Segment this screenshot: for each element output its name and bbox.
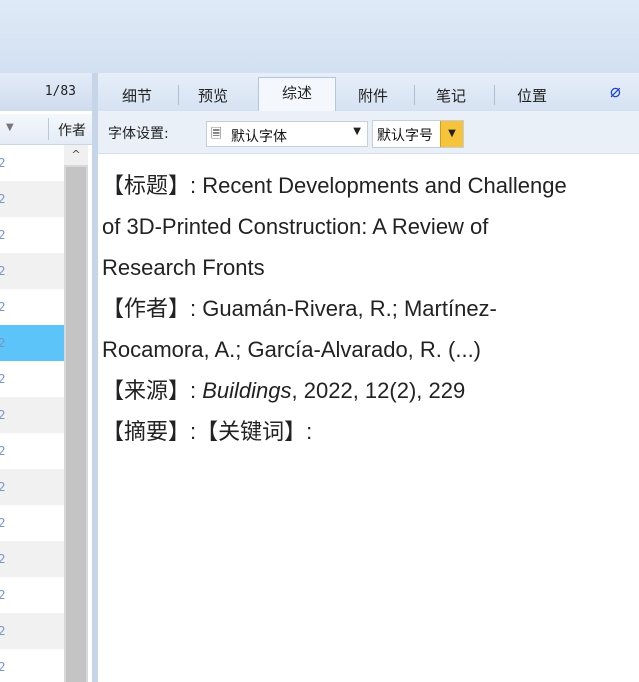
list-item[interactable]: 2	[0, 145, 64, 181]
font-size-value: 默认字号	[377, 128, 433, 144]
font-settings-label: 字体设置:	[108, 126, 169, 142]
scrollbar-thumb[interactable]	[66, 167, 86, 682]
title-text: Recent Developments and Challenge	[202, 173, 567, 198]
abstract-label: 【摘要】:	[102, 419, 197, 444]
list-item[interactable]: 2	[0, 649, 64, 682]
font-select-value: 默认字体	[231, 129, 287, 145]
list-item[interactable]: 2	[0, 433, 64, 469]
detail-tabs: 细节 预览 综述 附件 笔记 位置 ⌀	[98, 73, 639, 112]
row-marker: 2	[0, 480, 6, 494]
row-marker: 2	[0, 372, 6, 386]
source-label: 【来源】:	[102, 378, 197, 403]
row-marker: 2	[0, 624, 6, 638]
tab-notes[interactable]: 笔记	[420, 79, 482, 111]
author-label: 【作者】:	[102, 296, 197, 321]
row-marker: 2	[0, 264, 6, 278]
list-item[interactable]: 2	[0, 541, 64, 577]
top-toolbar	[0, 0, 639, 73]
list-item[interactable]: 2	[0, 253, 64, 289]
reference-list-panel: 1/83 ▼ 作者 2 2 2 2 2 2 2 2 2 2 2 2 2 2 2 ^	[0, 73, 93, 682]
row-marker: 2	[0, 336, 6, 350]
list-item[interactable]: 2	[0, 361, 64, 397]
row-marker: 2	[0, 228, 6, 242]
row-marker: 2	[0, 552, 6, 566]
list-item[interactable]: 2	[0, 505, 64, 541]
list-item[interactable]: 2	[0, 289, 64, 325]
tab-divider	[494, 85, 495, 105]
font-settings-bar: 字体设置: 🗏 默认字体 ▼ 默认字号 ▼	[98, 111, 639, 154]
chevron-down-icon[interactable]: ▼	[353, 126, 361, 137]
tab-divider	[414, 85, 415, 105]
source-line: 【来源】: Buildings, 2022, 12(2), 229	[102, 370, 639, 411]
tab-details[interactable]: 细节	[106, 79, 168, 111]
chevron-down-icon[interactable]: ▼	[440, 121, 463, 147]
list-item[interactable]: 2	[0, 469, 64, 505]
detail-panel: 细节 预览 综述 附件 笔记 位置 ⌀ 字体设置: 🗏 默认字体 ▼ 默认字号 …	[98, 73, 639, 682]
row-marker: 2	[0, 588, 6, 602]
source-details: , 2022, 12(2), 229	[291, 378, 466, 403]
keywords-label: 【关键词】:	[196, 419, 313, 444]
row-marker: 2	[0, 300, 6, 314]
font-icon: 🗏	[211, 127, 222, 142]
source-journal: Buildings	[202, 378, 292, 403]
title-line: 【标题】: Recent Developments and Challenge	[102, 165, 639, 206]
font-size-select[interactable]: 默认字号 ▼	[372, 120, 464, 148]
list-column-header[interactable]: ▼ 作者	[0, 114, 92, 145]
record-counter-text: 1/83	[44, 84, 76, 99]
record-counter: 1/83	[0, 73, 92, 111]
row-marker: 2	[0, 444, 6, 458]
tab-divider	[178, 85, 179, 105]
author-line: 【作者】: Guamán-Rivera, R.; Martínez-	[102, 288, 639, 329]
scroll-up-icon[interactable]: ^	[64, 145, 88, 165]
list-scrollbar[interactable]: ^	[64, 145, 88, 682]
row-marker: 2	[0, 156, 6, 170]
title-line: of 3D-Printed Construction: A Review of	[102, 214, 489, 239]
list-item[interactable]: 2	[0, 217, 64, 253]
row-marker: 2	[0, 408, 6, 422]
reference-rows: 2 2 2 2 2 2 2 2 2 2 2 2 2 2 2	[0, 145, 64, 682]
list-item[interactable]: 2	[0, 397, 64, 433]
row-marker: 2	[0, 192, 6, 206]
tab-attachments[interactable]: 附件	[342, 79, 404, 111]
list-item[interactable]: 2	[0, 613, 64, 649]
column-divider[interactable]	[48, 118, 49, 140]
list-item[interactable]: 2	[0, 577, 64, 613]
row-marker: 2	[0, 516, 6, 530]
title-label: 【标题】:	[102, 173, 197, 198]
column-author-label[interactable]: 作者	[58, 120, 86, 140]
row-marker: 2	[0, 660, 6, 674]
list-item[interactable]: 2	[0, 181, 64, 217]
font-select[interactable]: 🗏 默认字体 ▼	[206, 121, 368, 147]
title-line: Research Fronts	[102, 255, 265, 280]
paperclip-icon[interactable]: ⌀	[610, 81, 621, 102]
tab-summary[interactable]: 综述	[258, 77, 336, 112]
chevron-down-icon[interactable]: ▼	[6, 122, 14, 133]
tab-preview[interactable]: 预览	[182, 79, 244, 111]
author-line: Rocamora, A.; García-Alvarado, R. (...)	[102, 337, 482, 362]
author-text: Guamán-Rivera, R.; Martínez-	[202, 296, 497, 321]
list-item[interactable]: 2	[0, 325, 64, 361]
tab-location[interactable]: 位置	[500, 79, 564, 111]
abstract-keywords-line: 【摘要】:【关键词】:	[102, 411, 639, 452]
record-summary: 【标题】: Recent Developments and Challenge …	[102, 165, 639, 665]
